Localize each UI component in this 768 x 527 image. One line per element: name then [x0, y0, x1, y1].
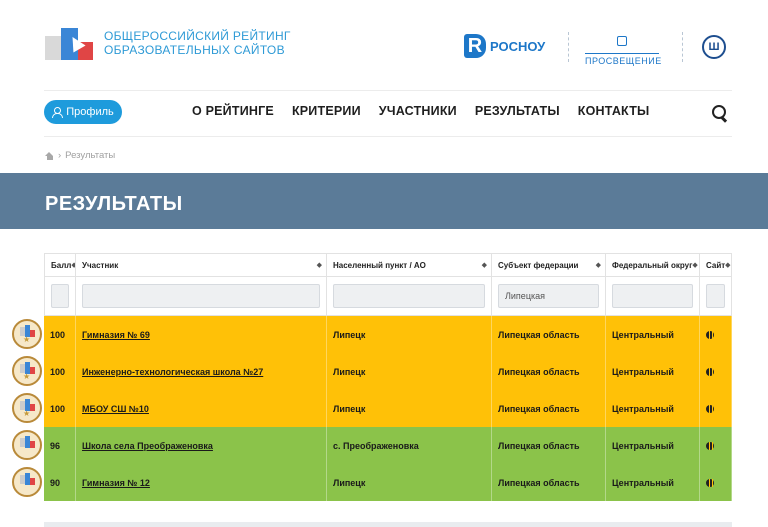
region-cell: Липецкая область	[498, 403, 580, 414]
col-district-header[interactable]: Федеральный округ ◆	[606, 254, 700, 276]
prosveshchenie-icon	[617, 36, 627, 46]
city-cell: Липецк	[333, 366, 366, 377]
filter-district-input[interactable]	[612, 284, 693, 308]
main-menu: О РЕЙТИНГЕ КРИТЕРИИ УЧАСТНИКИ РЕЗУЛЬТАТЫ…	[192, 104, 667, 118]
col-site-header[interactable]: Сайт ◆	[700, 254, 732, 276]
logo-line-1: Общероссийский рейтинг	[104, 29, 291, 43]
globe-icon[interactable]	[706, 478, 714, 487]
district-cell: Центральный	[612, 329, 674, 340]
col-participant-header[interactable]: Участник ◆	[76, 254, 327, 276]
district-cell: Центральный	[612, 440, 674, 451]
partner-prosveshchenie-logo[interactable]: ПРОСВЕЩЕНИЕ	[585, 33, 661, 66]
score-cell: 100	[50, 403, 66, 414]
participant-link[interactable]: Гимназия № 69	[82, 330, 150, 340]
score-cell: 90	[50, 477, 61, 488]
medal-icon: ★	[12, 356, 42, 386]
globe-icon[interactable]	[706, 441, 714, 450]
district-cell: Центральный	[612, 477, 674, 488]
page-banner: РЕЗУЛЬТАТЫ	[0, 173, 768, 229]
filter-score-input[interactable]	[51, 284, 69, 308]
rosnou-label: РОСНОУ	[490, 38, 546, 54]
participant-link[interactable]: Инженерно-технологическая школа №27	[82, 367, 263, 377]
region-cell: Липецкая область	[498, 329, 580, 340]
results-table: Балл◆ Участник◆ Населенный пункт / АО◆ С…	[44, 253, 732, 501]
profile-button[interactable]: Профиль	[44, 100, 122, 124]
globe-icon[interactable]	[706, 404, 714, 413]
menu-item-contacts[interactable]: КОНТАКТЫ	[578, 104, 650, 118]
city-cell: с. Преображеновка	[333, 440, 419, 451]
rosnou-icon: R	[464, 34, 486, 58]
table-row: 100 МБОУ СШ №10 Липецк Липецкая область Цент…	[44, 390, 732, 427]
table-row: 100 Гимназия № 69 Липецк Липецкая область Це…	[44, 316, 732, 353]
filter-participant-input[interactable]	[82, 284, 320, 308]
rating-logo-icon[interactable]	[45, 28, 95, 60]
breadcrumb-current: Результаты	[65, 150, 116, 161]
filter-city-input[interactable]	[333, 284, 485, 308]
medal-icon	[12, 467, 42, 497]
table-header: Балл◆ Участник◆ Населенный пункт / АО◆ С…	[44, 253, 732, 277]
participant-link[interactable]: Школа села Преображеновка	[82, 441, 213, 451]
site-header: Общероссийский рейтинг образовательных с…	[0, 0, 768, 90]
sort-icon: ◆	[481, 262, 487, 269]
col-region-header[interactable]: Субъект федерации ◆	[492, 254, 606, 276]
score-cell: 100	[50, 366, 66, 377]
footer-strip	[44, 522, 732, 527]
region-cell: Липецкая область	[498, 440, 580, 451]
participant-link[interactable]: МБОУ СШ №10	[82, 404, 149, 414]
menu-item-criteria[interactable]: КРИТЕРИИ	[292, 104, 361, 118]
breadcrumb-separator: ›	[58, 150, 62, 161]
profile-label: Профиль	[66, 106, 114, 118]
region-cell: Липецкая область	[498, 366, 580, 377]
partner-hse-logo[interactable]: Ш	[702, 35, 726, 59]
sort-icon: ◆	[692, 262, 698, 269]
sort-icon: ◆	[595, 262, 601, 269]
prosveshchenie-label: ПРОСВЕЩЕНИЕ	[585, 53, 661, 66]
col-city-header[interactable]: Населенный пункт / АО ◆	[327, 254, 492, 276]
filter-site-input[interactable]	[706, 284, 725, 308]
col-score-header[interactable]: Балл◆	[44, 254, 76, 276]
sort-icon: ◆	[316, 262, 322, 269]
partner-rosnou-logo[interactable]: R РОСНОУ	[464, 34, 545, 58]
site-logo-text[interactable]: Общероссийский рейтинг образовательных с…	[104, 29, 291, 57]
region-cell: Липецкая область	[498, 477, 580, 488]
participant-link[interactable]: Гимназия № 12	[82, 478, 150, 488]
divider	[44, 90, 732, 91]
city-cell: Липецк	[333, 403, 366, 414]
globe-icon[interactable]	[706, 330, 714, 339]
table-row: 96 Школа села Преображеновка с. Преображен…	[44, 427, 732, 464]
page: Общероссийский рейтинг образовательных с…	[0, 0, 768, 527]
menu-item-participants[interactable]: УЧАСТНИКИ	[379, 104, 457, 118]
district-cell: Центральный	[612, 366, 674, 377]
city-cell: Липецк	[333, 329, 366, 340]
globe-icon[interactable]	[706, 367, 714, 376]
logo-line-2: образовательных сайтов	[104, 43, 285, 57]
menu-item-results[interactable]: РЕЗУЛЬТАТЫ	[475, 104, 560, 118]
divider	[568, 32, 569, 62]
medal-icon: ★	[12, 319, 42, 349]
user-icon	[52, 106, 64, 118]
divider	[682, 32, 683, 62]
district-cell: Центральный	[612, 403, 674, 414]
search-icon[interactable]	[712, 105, 728, 121]
table-body: 100 Гимназия № 69 Липецк Липецкая область Це…	[44, 316, 732, 501]
filter-region-input[interactable]: Липецкая	[498, 284, 599, 308]
menu-item-about[interactable]: О РЕЙТИНГЕ	[192, 104, 274, 118]
table-row: 90 Гимназия № 12 Липецк Липецкая область Цен…	[44, 464, 732, 501]
page-title: РЕЗУЛЬТАТЫ	[45, 193, 183, 215]
score-cell: 100	[50, 329, 66, 340]
score-cell: 96	[50, 440, 61, 451]
table-row: 100 Инженерно-технологическая школа №27 Ли…	[44, 353, 732, 390]
breadcrumb: › Результаты	[45, 150, 115, 161]
medal-icon: ★	[12, 393, 42, 423]
home-icon[interactable]	[45, 151, 54, 160]
medal-icon	[12, 430, 42, 460]
sort-icon: ◆	[725, 262, 731, 269]
city-cell: Липецк	[333, 477, 366, 488]
filter-row: Липецкая	[44, 277, 732, 316]
divider	[44, 136, 732, 137]
